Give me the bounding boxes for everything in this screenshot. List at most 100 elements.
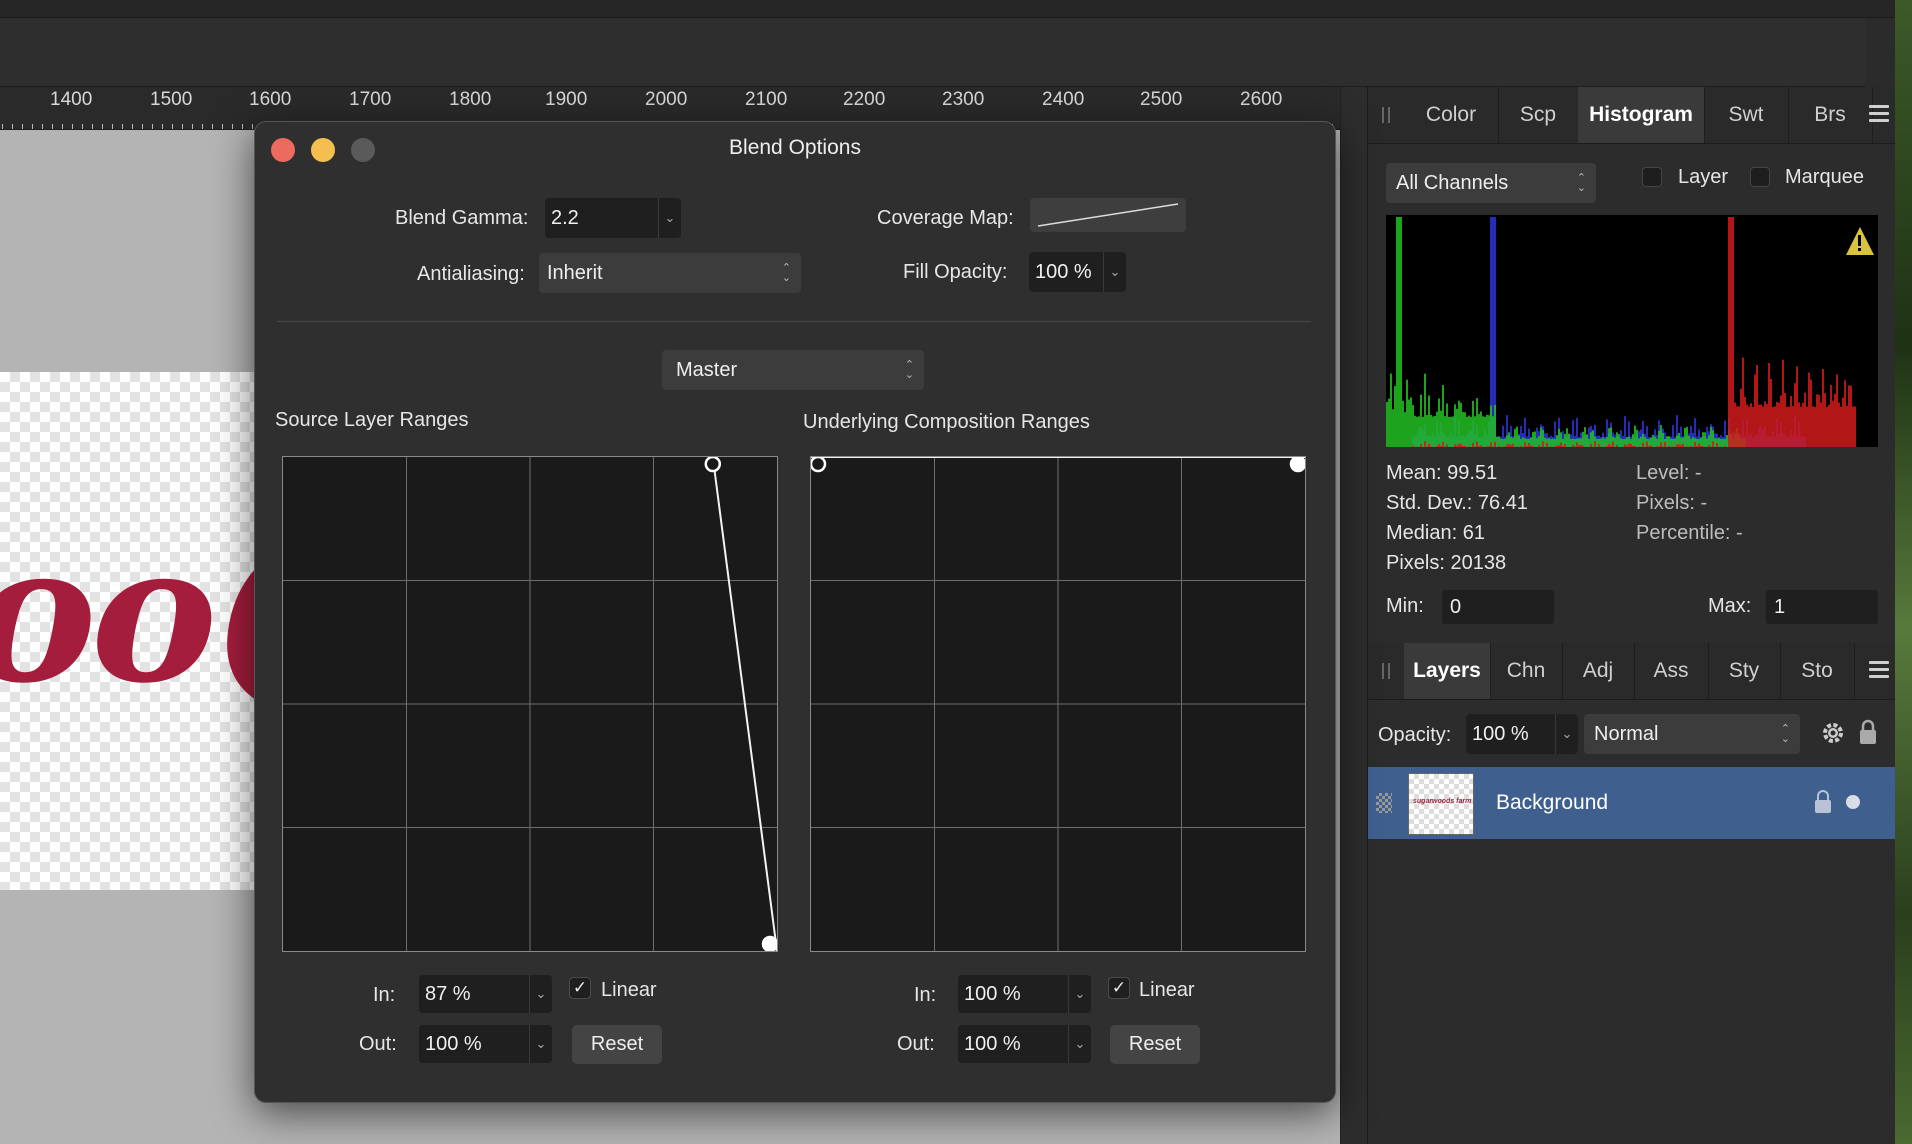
ruler-tick xyxy=(12,124,13,129)
histogram-bar xyxy=(1434,415,1436,447)
histogram-bar xyxy=(1480,445,1482,447)
chevron-down-icon[interactable]: ⌄ xyxy=(529,975,552,1013)
range-control-point[interactable] xyxy=(704,455,722,473)
histogram-bar xyxy=(1472,442,1474,447)
stat-pixels: Pixels: 20138 xyxy=(1386,552,1507,574)
ruler-tick xyxy=(62,124,63,129)
histogram-bar xyxy=(1540,427,1542,447)
gear-icon[interactable] xyxy=(1820,720,1846,746)
fill-opacity-field[interactable]: 100 % ⌄ xyxy=(1029,252,1126,292)
histogram-bar xyxy=(1442,441,1444,447)
panel-grip-icon[interactable] xyxy=(1382,107,1390,123)
source-linear-checkbox[interactable]: ✓ xyxy=(569,977,591,999)
range-control-point[interactable] xyxy=(1289,455,1307,473)
histogram-bar xyxy=(1412,405,1414,447)
chevron-down-icon[interactable]: ⌄ xyxy=(1103,252,1126,292)
chevron-down-icon[interactable]: ⌄ xyxy=(658,198,681,238)
tab-styles[interactable]: Sty xyxy=(1708,643,1781,699)
layer-name[interactable]: Background xyxy=(1496,791,1608,815)
lock-icon[interactable] xyxy=(1858,718,1878,746)
desktop-background-edge xyxy=(1895,0,1912,1144)
chevron-down-icon[interactable]: ⌄ xyxy=(1068,975,1091,1013)
panel-grip-icon[interactable] xyxy=(1382,663,1390,679)
antialiasing-select[interactable]: Inherit ⌃ ⌄ xyxy=(539,253,801,293)
histogram-bar xyxy=(1734,402,1736,447)
blend-options-dialog: Blend Options Blend Gamma: 2.2 ⌄ Coverag… xyxy=(254,121,1336,1103)
visibility-dot-icon[interactable] xyxy=(1846,795,1860,809)
source-ranges-graph[interactable] xyxy=(282,455,779,953)
blend-mode-select[interactable]: Normal ⌃ ⌄ xyxy=(1584,714,1800,754)
tab-adjustments[interactable]: Adj xyxy=(1562,643,1635,699)
chevron-down-icon[interactable]: ⌄ xyxy=(1555,714,1578,754)
underlying-curve-svg[interactable] xyxy=(809,455,1307,951)
ruler-tick xyxy=(162,124,163,129)
ruler-tick xyxy=(112,124,113,129)
histogram-bar xyxy=(1806,406,1808,447)
max-input[interactable]: 1 xyxy=(1766,590,1878,624)
min-input[interactable]: 0 xyxy=(1442,590,1554,624)
histogram-bar xyxy=(1522,437,1524,447)
ruler-label: 1700 xyxy=(349,89,392,110)
ruler-tick xyxy=(52,124,53,129)
layer-checkbox-label: Layer xyxy=(1678,166,1729,188)
underlying-out-field[interactable]: 100 % ⌄ xyxy=(958,1025,1091,1063)
histogram-bar xyxy=(1582,445,1584,447)
coverage-map-curve[interactable] xyxy=(1030,198,1186,232)
blend-gamma-field[interactable]: 2.2 ⌄ xyxy=(545,198,681,238)
histogram-bar xyxy=(1688,435,1690,447)
histogram-bar xyxy=(1620,438,1622,447)
source-in-field[interactable]: 87 % ⌄ xyxy=(419,975,552,1013)
tab-channels[interactable]: Chn xyxy=(1490,643,1563,699)
tab-brushes[interactable]: Brs xyxy=(1788,87,1873,143)
tab-assets[interactable]: Ass xyxy=(1634,643,1709,699)
histogram-bar xyxy=(1454,444,1456,447)
tab-color[interactable]: Color xyxy=(1404,87,1499,143)
histogram-bar xyxy=(1694,442,1696,447)
panel-menu-icon[interactable] xyxy=(1869,105,1889,123)
underlying-ranges-graph[interactable] xyxy=(809,455,1307,952)
histogram-bar xyxy=(1616,432,1618,447)
source-curve-svg[interactable] xyxy=(283,455,779,953)
histogram-bar xyxy=(1458,443,1460,447)
histogram-bar xyxy=(1724,446,1726,447)
histogram-bar xyxy=(1542,441,1544,447)
chevron-down-icon[interactable]: ⌄ xyxy=(529,1025,552,1063)
range-control-point[interactable] xyxy=(761,935,779,953)
channel-select[interactable]: Master ⌃ ⌄ xyxy=(662,350,924,390)
source-out-field[interactable]: 100 % ⌄ xyxy=(419,1025,552,1063)
tab-swatches[interactable]: Swt xyxy=(1704,87,1789,143)
tab-histogram[interactable]: Histogram xyxy=(1578,87,1705,143)
layer-row[interactable]: sugarwoods farm Background xyxy=(1368,767,1896,839)
panel-menu-icon[interactable] xyxy=(1869,661,1889,679)
tab-stock[interactable]: Sto xyxy=(1780,643,1855,699)
histogram-bar xyxy=(1462,412,1464,447)
chevron-down-icon[interactable]: ⌄ xyxy=(1068,1025,1091,1063)
layer-opacity-field[interactable]: 100 % ⌄ xyxy=(1466,714,1578,754)
histogram-bar xyxy=(1630,444,1632,447)
histogram-bar xyxy=(1564,443,1566,447)
histogram-bar xyxy=(1574,438,1576,447)
underlying-linear-checkbox[interactable]: ✓ xyxy=(1108,977,1130,999)
histogram-bar xyxy=(1784,393,1786,447)
layer-lock-icon[interactable] xyxy=(1814,789,1832,815)
histogram-bar xyxy=(1760,404,1762,447)
histogram-bar xyxy=(1504,438,1506,447)
underlying-reset-button[interactable]: Reset xyxy=(1110,1025,1200,1064)
vertical-scrollbar[interactable] xyxy=(1340,87,1367,1144)
histogram-bar xyxy=(1402,400,1404,447)
blend-gamma-label: Blend Gamma: xyxy=(395,207,529,229)
histogram-bar xyxy=(1640,436,1642,447)
histogram-bar xyxy=(1732,217,1734,447)
marquee-checkbox[interactable] xyxy=(1750,167,1770,187)
histogram-bar xyxy=(1668,445,1670,447)
tab-layers[interactable]: Layers xyxy=(1404,643,1491,699)
range-control-point[interactable] xyxy=(809,455,827,473)
histogram-channel-select[interactable]: All Channels ⌃ ⌄ xyxy=(1386,163,1596,203)
source-reset-button[interactable]: Reset xyxy=(572,1025,662,1064)
underlying-in-field[interactable]: 100 % ⌄ xyxy=(958,975,1091,1013)
histogram-bar xyxy=(1618,434,1620,447)
layer-checkbox[interactable] xyxy=(1642,167,1662,187)
document-artboard[interactable]: oo( xyxy=(0,372,260,890)
tab-scopes[interactable]: Scp xyxy=(1498,87,1579,143)
histogram-bar xyxy=(1718,438,1720,447)
